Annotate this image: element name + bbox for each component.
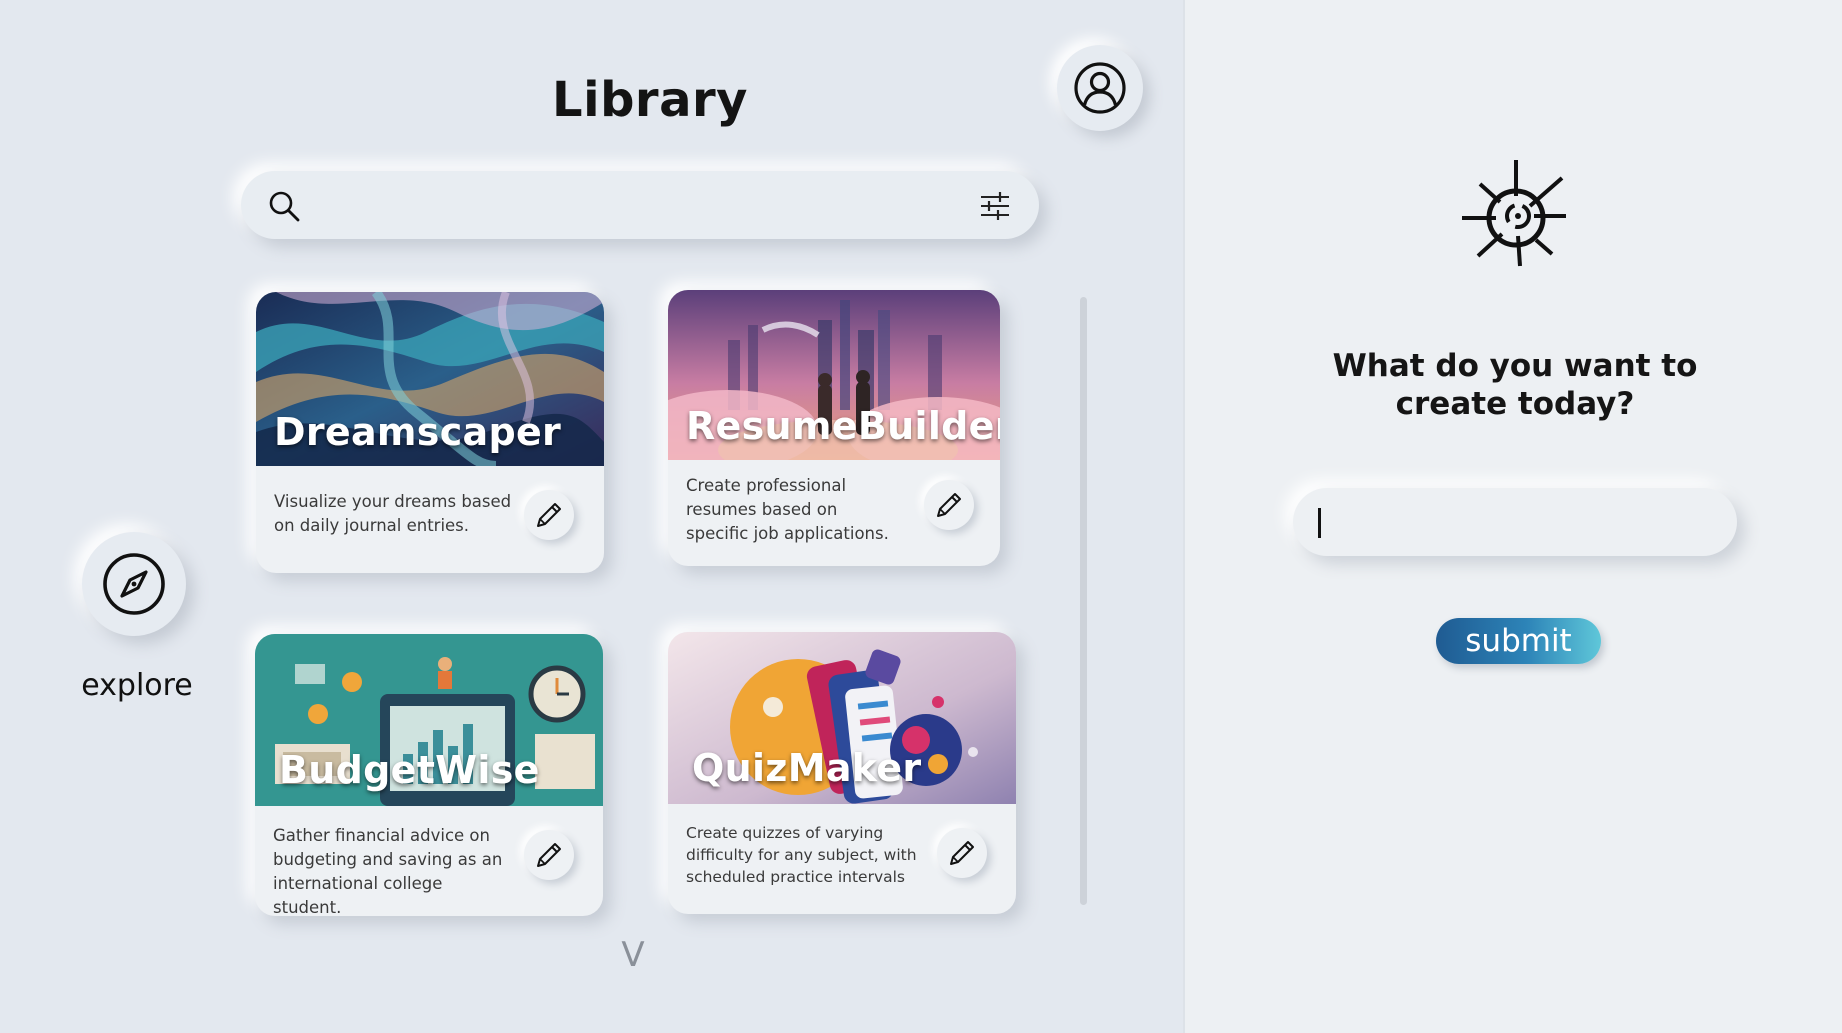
app-card-resumebuilder[interactable]: ResumeBuilder Create professional resume… <box>668 290 1000 566</box>
app-card-budgetwise[interactable]: BudgetWise Gather financial advice on bu… <box>255 634 603 916</box>
edit-button[interactable] <box>524 490 574 540</box>
card-title: BudgetWise <box>279 748 540 792</box>
text-caret <box>1318 508 1321 538</box>
card-description: Create professional resumes based on spe… <box>686 476 889 543</box>
pencil-icon <box>537 503 561 527</box>
aperture-logo-icon <box>1462 160 1566 267</box>
app-card-quizmaker[interactable]: QuizMaker Create quizzes of varying diff… <box>668 632 1016 914</box>
search-bar <box>241 171 1039 239</box>
card-description: Create quizzes of varying difficulty for… <box>686 824 917 886</box>
pencil-icon <box>950 841 974 865</box>
submit-button[interactable]: submit <box>1436 618 1601 664</box>
search-icon[interactable] <box>267 189 301 223</box>
library-panel: Library Dreamscaper Visualize your dream… <box>0 0 1183 1033</box>
pencil-icon <box>937 493 961 517</box>
sliders-icon[interactable] <box>979 191 1011 221</box>
edit-button[interactable] <box>924 480 974 530</box>
card-title: QuizMaker <box>692 746 922 790</box>
create-input[interactable] <box>1315 498 1715 546</box>
create-prompt: What do you want to create today? <box>1332 348 1698 422</box>
compass-icon <box>103 553 165 615</box>
app-card-dreamscaper[interactable]: Dreamscaper Visualize your dreams based … <box>256 292 604 573</box>
page-title: Library <box>552 72 748 128</box>
edit-button[interactable] <box>524 830 574 880</box>
create-input-field <box>1293 488 1737 556</box>
chevron-down-icon[interactable]: V <box>618 935 648 975</box>
search-input[interactable] <box>317 183 937 227</box>
card-description: Gather financial advice on budgeting and… <box>273 826 503 916</box>
account-button[interactable] <box>1057 45 1143 131</box>
edit-button[interactable] <box>937 828 987 878</box>
card-description: Visualize your dreams based on daily jou… <box>274 492 512 535</box>
pencil-icon <box>537 843 561 867</box>
scrollbar[interactable] <box>1080 297 1087 905</box>
explore-label: explore <box>81 668 193 703</box>
user-circle-icon <box>1074 62 1126 114</box>
card-title: Dreamscaper <box>274 410 562 454</box>
explore-button[interactable] <box>82 532 186 636</box>
card-title: ResumeBuilder <box>686 404 1000 448</box>
